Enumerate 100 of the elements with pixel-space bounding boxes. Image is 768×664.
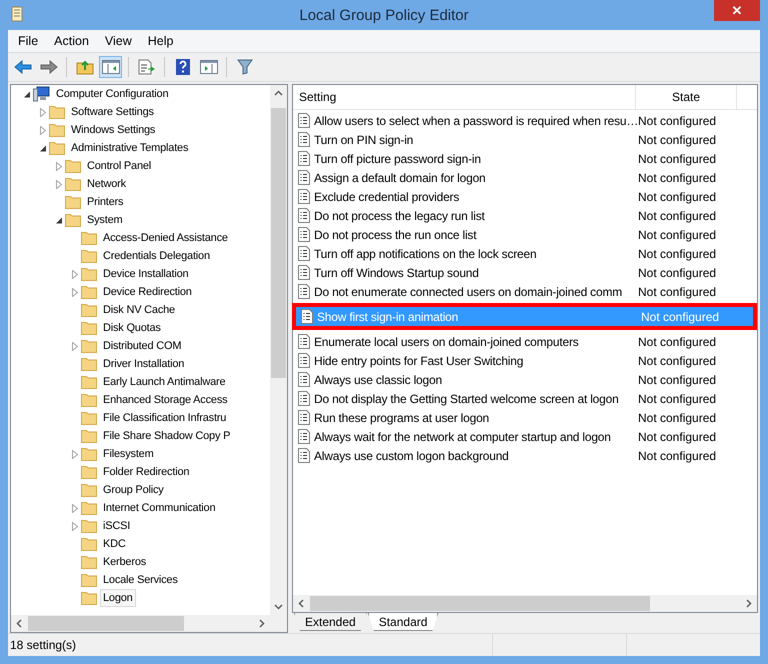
- collapsed-arrow-icon[interactable]: [71, 270, 79, 278]
- tree-item[interactable]: Internet Communication: [100, 499, 218, 517]
- folder-icon: [81, 465, 97, 479]
- tree-item[interactable]: Enhanced Storage Access: [100, 391, 230, 409]
- expanded-arrow-icon[interactable]: [55, 216, 63, 224]
- setting-icon: [298, 246, 310, 261]
- view-tab[interactable]: Standard: [368, 613, 438, 631]
- tree-item[interactable]: System: [84, 211, 126, 229]
- menu-item[interactable]: Action: [46, 34, 97, 48]
- setting-icon: [298, 334, 310, 349]
- collapsed-arrow-icon[interactable]: [71, 522, 79, 530]
- folder-icon: [81, 249, 97, 263]
- setting-row[interactable]: Do not process the legacy run list Not configured: [293, 206, 757, 225]
- setting-row[interactable]: Turn on PIN sign-in Not configured: [293, 130, 757, 149]
- tree-item[interactable]: Control Panel: [84, 157, 154, 175]
- setting-row[interactable]: Allow users to select when a password is required when resu…Not configured: [293, 111, 757, 130]
- collapsed-arrow-icon[interactable]: [55, 180, 63, 188]
- folder-icon: [81, 375, 97, 389]
- setting-row[interactable]: Do not enumerate connected users on domain-joined comm Not configured: [293, 282, 757, 301]
- window-title: Local Group Policy Editor: [299, 6, 469, 24]
- menu-item[interactable]: Help: [140, 34, 182, 48]
- setting-icon: [298, 113, 310, 128]
- folder-icon: [81, 483, 97, 497]
- setting-icon: [298, 227, 310, 242]
- tree-item[interactable]: Network: [84, 175, 129, 193]
- collapsed-arrow-icon[interactable]: [71, 288, 79, 296]
- folder-icon: [81, 429, 97, 443]
- status-text: 18 setting(s): [9, 637, 78, 654]
- collapsed-arrow-icon[interactable]: [71, 450, 79, 458]
- setting-row[interactable]: Turn off app notifications on the lock screen Not configured: [293, 244, 757, 263]
- tree-item[interactable]: Driver Installation: [100, 355, 188, 373]
- tree-item[interactable]: Printers: [84, 193, 126, 211]
- scroll-right-icon[interactable]: [744, 599, 753, 608]
- setting-row[interactable]: Turn off Windows Startup sound Not configured: [293, 263, 757, 282]
- tree-item[interactable]: Logon: [100, 589, 136, 607]
- menu-item[interactable]: File: [10, 34, 46, 48]
- folder-icon: [65, 213, 81, 227]
- setting-row[interactable]: Enumerate local users on domain-joined computers Not configured: [293, 332, 757, 351]
- setting-icon: [298, 353, 310, 368]
- scroll-left-icon[interactable]: [15, 619, 24, 628]
- tree-item[interactable]: Disk NV Cache: [100, 301, 178, 319]
- tree-item[interactable]: File Share Shadow Copy P: [100, 427, 234, 445]
- tree-item[interactable]: KDC: [100, 535, 129, 553]
- setting-row[interactable]: Exclude credential providers Not configured: [293, 187, 757, 206]
- setting-row[interactable]: Do not process the run once list Not configured: [293, 225, 757, 244]
- setting-row[interactable]: Always use classic logon Not configured: [293, 370, 757, 389]
- column-header[interactable]: State: [636, 85, 737, 109]
- setting-row[interactable]: Always wait for the network at computer startup and logon Not configured: [293, 427, 757, 446]
- scroll-up-icon[interactable]: [274, 89, 283, 98]
- tree-item[interactable]: Disk Quotas: [100, 319, 164, 337]
- tree-item[interactable]: Filesystem: [100, 445, 157, 463]
- collapsed-arrow-icon[interactable]: [39, 126, 47, 134]
- tree-item[interactable]: iSCSI: [100, 517, 134, 535]
- setting-row[interactable]: Always use custom logon background Not configured: [293, 446, 757, 465]
- setting-icon: [298, 208, 310, 223]
- tree-item[interactable]: Access-Denied Assistance: [100, 229, 231, 247]
- tree-item[interactable]: File Classification Infrastru: [100, 409, 230, 427]
- tree-item[interactable]: Kerberos: [100, 553, 150, 571]
- tree-item[interactable]: Folder Redirection: [100, 463, 192, 481]
- tree-item[interactable]: Locale Services: [100, 571, 181, 589]
- close-button[interactable]: ✕: [714, 0, 760, 21]
- setting-icon: [301, 309, 313, 324]
- setting-row[interactable]: Do not display the Getting Started welcome screen at logon Not configured: [293, 389, 757, 408]
- tree-item[interactable]: Administrative Templates: [68, 139, 192, 157]
- vertical-scrollbar[interactable]: [270, 85, 287, 615]
- collapsed-arrow-icon[interactable]: [39, 108, 47, 116]
- folder-icon: [49, 123, 65, 137]
- setting-icon: [298, 372, 310, 387]
- view-tab[interactable]: Extended: [294, 613, 367, 631]
- menu-item[interactable]: View: [96, 34, 140, 48]
- tree-item[interactable]: Credentials Delegation: [100, 247, 213, 265]
- tree-item[interactable]: Distributed COM: [100, 337, 184, 355]
- tree-toggle-button[interactable]: [99, 56, 122, 78]
- horizontal-scrollbar[interactable]: [293, 595, 757, 612]
- collapsed-arrow-icon[interactable]: [71, 504, 79, 512]
- tree-item[interactable]: Windows Settings: [68, 121, 158, 139]
- column-header[interactable]: Setting: [293, 85, 636, 109]
- tree-item[interactable]: Device Redirection: [100, 283, 195, 301]
- setting-row[interactable]: Run these programs at user logon Not configured: [293, 408, 757, 427]
- scroll-right-icon[interactable]: [257, 619, 266, 628]
- tree-item[interactable]: Software Settings: [68, 103, 157, 121]
- setting-icon: [298, 132, 310, 147]
- tree-item[interactable]: Group Policy: [100, 481, 167, 499]
- tree-item[interactable]: Computer Configuration: [53, 85, 172, 103]
- expanded-arrow-icon[interactable]: [23, 90, 31, 98]
- setting-row[interactable]: Turn off picture password sign-in Not configured: [293, 149, 757, 168]
- tree-item[interactable]: Early Launch Antimalware: [100, 373, 228, 391]
- folder-icon: [81, 573, 97, 587]
- computer-icon: [33, 86, 50, 102]
- scroll-left-icon[interactable]: [297, 599, 306, 608]
- folder-icon: [81, 447, 97, 461]
- tree-item[interactable]: Device Installation: [100, 265, 192, 283]
- expanded-arrow-icon[interactable]: [39, 144, 47, 152]
- collapsed-arrow-icon[interactable]: [55, 162, 63, 170]
- setting-row[interactable]: Hide entry points for Fast User Switching Not configured: [293, 351, 757, 370]
- folder-icon: [81, 393, 97, 407]
- horizontal-scrollbar[interactable]: [11, 615, 287, 632]
- setting-row[interactable]: Assign a default domain for logon Not configured: [293, 168, 757, 187]
- collapsed-arrow-icon[interactable]: [71, 342, 79, 350]
- scroll-down-icon[interactable]: [274, 602, 283, 611]
